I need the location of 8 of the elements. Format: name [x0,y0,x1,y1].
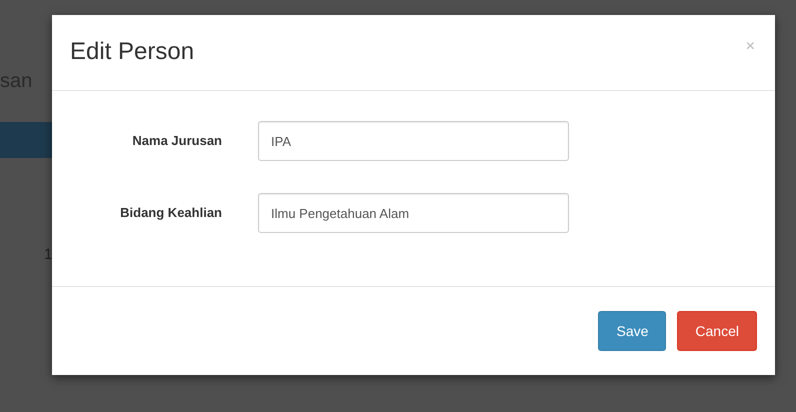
field-label: Bidang Keahlian [119,204,222,222]
save-button[interactable]: Save [598,311,666,351]
modal-title: Edit Person [70,38,194,67]
field-label: Nama Jurusan [131,132,222,150]
page-button[interactable] [0,122,52,158]
cancel-button[interactable]: Cancel [677,311,757,351]
input-field[interactable]: IPA [258,121,569,161]
input-field[interactable]: Ilmu Pengetahuan Alam [258,193,569,233]
